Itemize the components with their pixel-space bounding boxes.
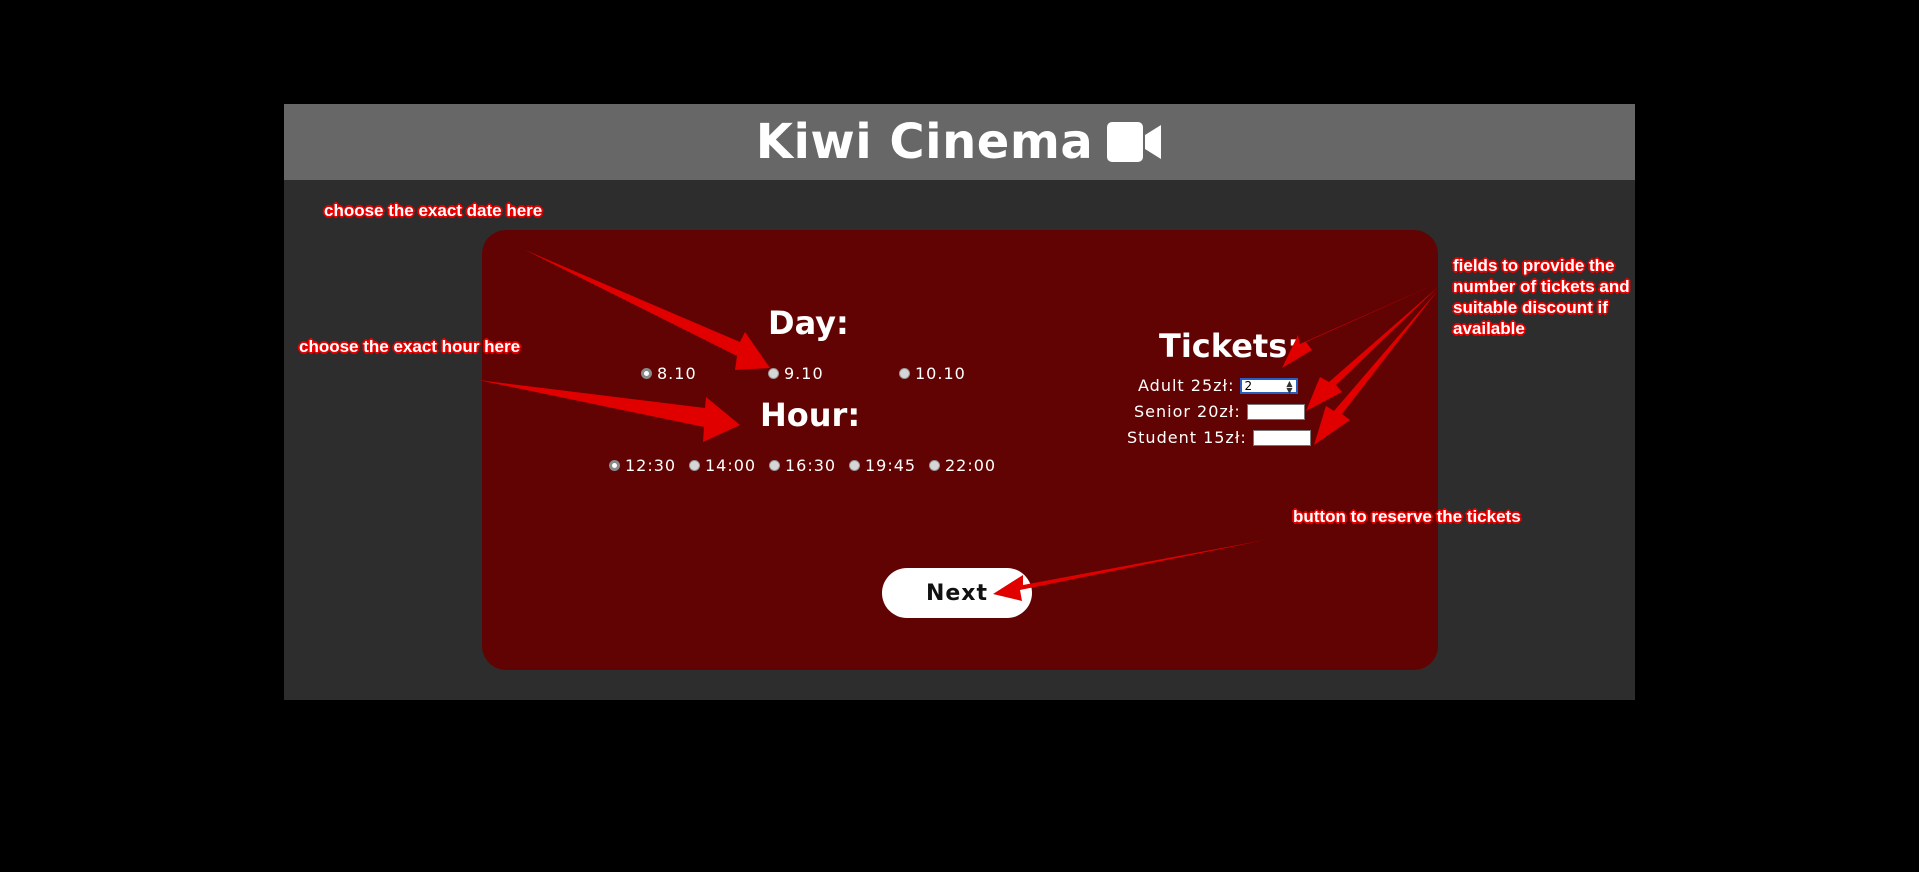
tickets-heading: Tickets: — [1159, 327, 1301, 365]
app-title: Kiwi Cinema — [755, 114, 1094, 170]
student-ticket-input[interactable] — [1252, 429, 1311, 446]
hour-option-label: 12:30 — [625, 456, 677, 475]
day-option-8-10[interactable]: 8.10 — [641, 364, 768, 383]
video-camera-icon — [1107, 122, 1163, 162]
adult-ticket-input[interactable]: 2 ▲ ▼ — [1240, 377, 1299, 394]
adult-ticket-row: Adult 25zł: 2 ▲ ▼ — [1138, 376, 1299, 395]
student-ticket-row: Student 15zł: — [1127, 428, 1311, 447]
hour-option-14-00[interactable]: 14:00 — [689, 456, 769, 475]
day-option-9-10[interactable]: 9.10 — [768, 364, 899, 383]
day-option-label: 9.10 — [784, 364, 824, 383]
day-heading: Day: — [768, 304, 849, 342]
adult-ticket-label: Adult 25zł: — [1138, 376, 1235, 395]
hour-option-22-00[interactable]: 22:00 — [929, 456, 996, 475]
day-option-10-10[interactable]: 10.10 — [899, 364, 966, 383]
student-ticket-label: Student 15zł: — [1127, 428, 1247, 447]
hour-option-12-30[interactable]: 12:30 — [609, 456, 689, 475]
header: Kiwi Cinema — [284, 104, 1635, 180]
app-frame: Kiwi Cinema Day: 8.10 9.10 10.10 Hour: 1… — [284, 104, 1635, 700]
spinner-arrows-icon[interactable]: ▲ ▼ — [1286, 379, 1293, 394]
hour-option-label: 14:00 — [705, 456, 757, 475]
hour-option-19-45[interactable]: 19:45 — [849, 456, 929, 475]
senior-ticket-label: Senior 20zł: — [1134, 402, 1241, 421]
annotation-date: choose the exact date here — [324, 201, 543, 220]
hour-option-label: 22:00 — [945, 456, 997, 475]
senior-ticket-input[interactable] — [1246, 403, 1305, 420]
annotation-tickets: fields to provide the number of tickets … — [1453, 256, 1630, 338]
senior-ticket-row: Senior 20zł: — [1134, 402, 1305, 421]
annotation-hour: choose the exact hour here — [299, 337, 521, 356]
radio-button[interactable] — [769, 460, 780, 471]
radio-button[interactable] — [929, 460, 940, 471]
hour-option-16-30[interactable]: 16:30 — [769, 456, 849, 475]
next-button[interactable]: Next — [882, 568, 1032, 618]
day-option-label: 8.10 — [657, 364, 697, 383]
radio-button[interactable] — [641, 368, 652, 379]
annotation-button: button to reserve the tickets — [1293, 507, 1521, 526]
radio-button[interactable] — [689, 460, 700, 471]
hour-heading: Hour: — [760, 396, 861, 434]
day-option-label: 10.10 — [915, 364, 966, 383]
adult-ticket-value: 2 — [1244, 378, 1254, 393]
hour-radio-group: 12:30 14:00 16:30 19:45 22:00 — [609, 456, 996, 475]
booking-panel: Day: 8.10 9.10 10.10 Hour: 12:30 14:00 1… — [482, 230, 1438, 670]
radio-button[interactable] — [849, 460, 860, 471]
radio-button[interactable] — [609, 460, 620, 471]
radio-button[interactable] — [899, 368, 910, 379]
radio-button[interactable] — [768, 368, 779, 379]
hour-option-label: 19:45 — [865, 456, 917, 475]
hour-option-label: 16:30 — [785, 456, 837, 475]
day-radio-group: 8.10 9.10 10.10 — [641, 364, 966, 383]
